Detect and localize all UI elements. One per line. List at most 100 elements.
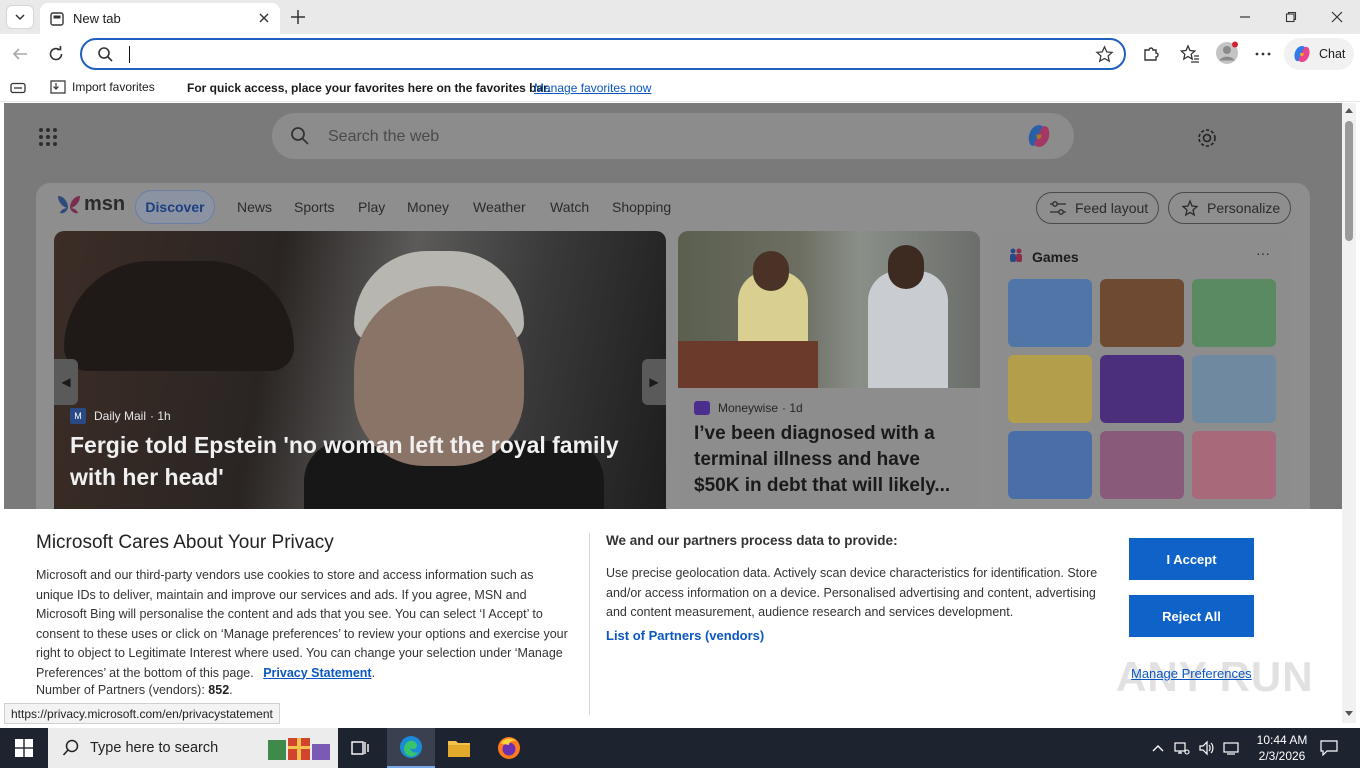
games-people-icon — [1010, 248, 1022, 262]
game-tile[interactable] — [1100, 355, 1184, 423]
nav-play[interactable]: Play — [358, 199, 385, 215]
extensions-button[interactable] — [1139, 42, 1163, 66]
game-tile[interactable] — [1100, 279, 1184, 347]
story-card[interactable]: Moneywise · 1d I’ve been diagnosed with … — [678, 231, 980, 521]
privacy-consent-banner: Microsoft Cares About Your Privacy Micro… — [4, 509, 1342, 723]
reject-all-button[interactable]: Reject All — [1129, 595, 1254, 637]
volume-button[interactable] — [1196, 728, 1216, 768]
task-view-icon — [351, 741, 369, 755]
speaker-icon — [1199, 740, 1214, 756]
show-hidden-icons-button[interactable] — [1148, 728, 1168, 768]
game-tile[interactable] — [1192, 355, 1276, 423]
copilot-icon[interactable] — [1024, 121, 1054, 151]
hero-headline[interactable]: Fergie told Epstein 'no woman left the r… — [70, 429, 640, 493]
page-scrollbar[interactable] — [1342, 103, 1356, 723]
windows-taskbar: Type here to search 10:44 AM 2/3/2026 — [0, 728, 1360, 768]
folder-icon — [448, 741, 470, 757]
avatar-icon — [1216, 41, 1238, 64]
personalize-button[interactable]: Personalize — [1168, 192, 1291, 224]
copilot-chat-button[interactable]: Chat — [1284, 38, 1354, 70]
tab-actions-menu-button[interactable] — [6, 5, 34, 29]
games-more-button[interactable]: ··· — [1256, 245, 1270, 261]
close-tab-icon[interactable] — [256, 10, 272, 26]
page-settings-gear-icon[interactable] — [1196, 127, 1218, 149]
back-button[interactable] — [8, 42, 32, 66]
input-indicator-button[interactable] — [1220, 728, 1242, 768]
story-card-headline[interactable]: I’ve been diagnosed with a terminal illn… — [694, 421, 968, 499]
privacy-body: Microsoft and our third-party vendors us… — [36, 566, 572, 683]
restore-button[interactable] — [1280, 6, 1302, 28]
taskbar-edge-button[interactable] — [387, 728, 435, 768]
manage-preferences-link[interactable]: Manage Preferences — [1131, 666, 1252, 681]
nav-discover[interactable]: Discover — [135, 190, 215, 224]
tab-title: New tab — [73, 11, 121, 26]
taskbar-search-box[interactable]: Type here to search — [48, 728, 338, 768]
new-tab-page-icon — [50, 11, 64, 26]
game-tile[interactable] — [1192, 431, 1276, 499]
minimize-button[interactable] — [1234, 6, 1256, 28]
favorites-bar-toggle-icon[interactable] — [10, 82, 26, 94]
start-button[interactable] — [0, 728, 48, 768]
privacy-statement-link[interactable]: Privacy Statement — [263, 666, 371, 680]
partners-count: Number of Partners (vendors): 852. — [36, 683, 233, 697]
nav-sports[interactable]: Sports — [294, 199, 334, 215]
manage-favorites-link[interactable]: Manage favorites now — [534, 81, 651, 95]
address-bar[interactable] — [80, 38, 1126, 70]
close-window-button[interactable] — [1326, 6, 1348, 28]
privacy-body-text: Microsoft and our third-party vendors us… — [36, 568, 568, 680]
accept-label: I Accept — [1166, 551, 1217, 567]
hero-story-card[interactable]: ◀ ▶ M Daily Mail · 1h Fergie told Epstei… — [54, 231, 666, 521]
tab-new-tab[interactable]: New tab — [40, 3, 280, 34]
sparkle-star-icon — [1181, 199, 1199, 217]
taskbar-firefox-button[interactable] — [485, 728, 533, 768]
nav-news[interactable]: News — [237, 199, 272, 215]
privacy-link-suffix: . — [371, 665, 376, 680]
nav-shopping[interactable]: Shopping — [612, 199, 671, 215]
purposes-title: We and our partners process data to prov… — [606, 533, 898, 548]
edge-browser-icon — [400, 736, 422, 758]
web-search-box[interactable]: Search the web — [272, 113, 1074, 159]
nav-money[interactable]: Money — [407, 199, 449, 215]
profile-button[interactable] — [1215, 41, 1239, 65]
scroll-up-arrow-icon[interactable] — [1345, 107, 1353, 113]
scrollbar-thumb[interactable] — [1345, 121, 1353, 241]
app-launcher-icon[interactable] — [38, 127, 58, 147]
title-bar: New tab — [0, 0, 1360, 34]
firefox-icon — [498, 737, 520, 759]
notifications-button[interactable] — [1316, 728, 1342, 768]
chevron-up-icon — [1152, 745, 1164, 752]
taskbar-clock[interactable]: 10:44 AM 2/3/2026 — [1252, 732, 1312, 764]
story-card-source: Moneywise · 1d — [694, 401, 803, 415]
feed-layout-button[interactable]: Feed layout — [1036, 192, 1159, 224]
settings-more-button[interactable] — [1251, 42, 1275, 66]
carousel-prev-button[interactable]: ◀ — [54, 359, 78, 405]
favorites-button[interactable] — [1178, 42, 1202, 66]
import-favorites-button[interactable]: Import favorites — [50, 80, 155, 94]
taskbar-file-explorer-button[interactable] — [435, 728, 483, 768]
msn-logo[interactable]: msn — [56, 193, 125, 216]
nav-weather[interactable]: Weather — [473, 199, 526, 215]
nav-watch[interactable]: Watch — [550, 199, 589, 215]
hero-source: M Daily Mail · 1h — [70, 408, 171, 424]
text-caret — [129, 46, 130, 63]
game-tile[interactable] — [1008, 431, 1092, 499]
accept-button[interactable]: I Accept — [1129, 538, 1254, 580]
favorites-bar-hint: For quick access, place your favorites h… — [187, 81, 551, 95]
task-view-button[interactable] — [336, 728, 384, 768]
search-highlight-gifts-icon — [268, 738, 330, 760]
scroll-down-arrow-icon[interactable] — [1345, 711, 1353, 717]
msn-logo-text: msn — [84, 193, 126, 215]
partners-count-value: 852 — [208, 683, 230, 697]
game-tile[interactable] — [1008, 355, 1092, 423]
game-tile[interactable] — [1192, 279, 1276, 347]
games-card: Games ··· — [992, 231, 1292, 521]
favorite-star-icon[interactable] — [1095, 45, 1114, 64]
windows-logo-icon — [15, 739, 33, 757]
game-tile[interactable] — [1008, 279, 1092, 347]
carousel-next-button[interactable]: ▶ — [642, 359, 666, 405]
game-tile[interactable] — [1100, 431, 1184, 499]
network-status-button[interactable] — [1172, 728, 1192, 768]
list-of-partners-link[interactable]: List of Partners (vendors) — [606, 628, 764, 643]
new-tab-button[interactable] — [287, 6, 309, 28]
refresh-button[interactable] — [44, 42, 68, 66]
